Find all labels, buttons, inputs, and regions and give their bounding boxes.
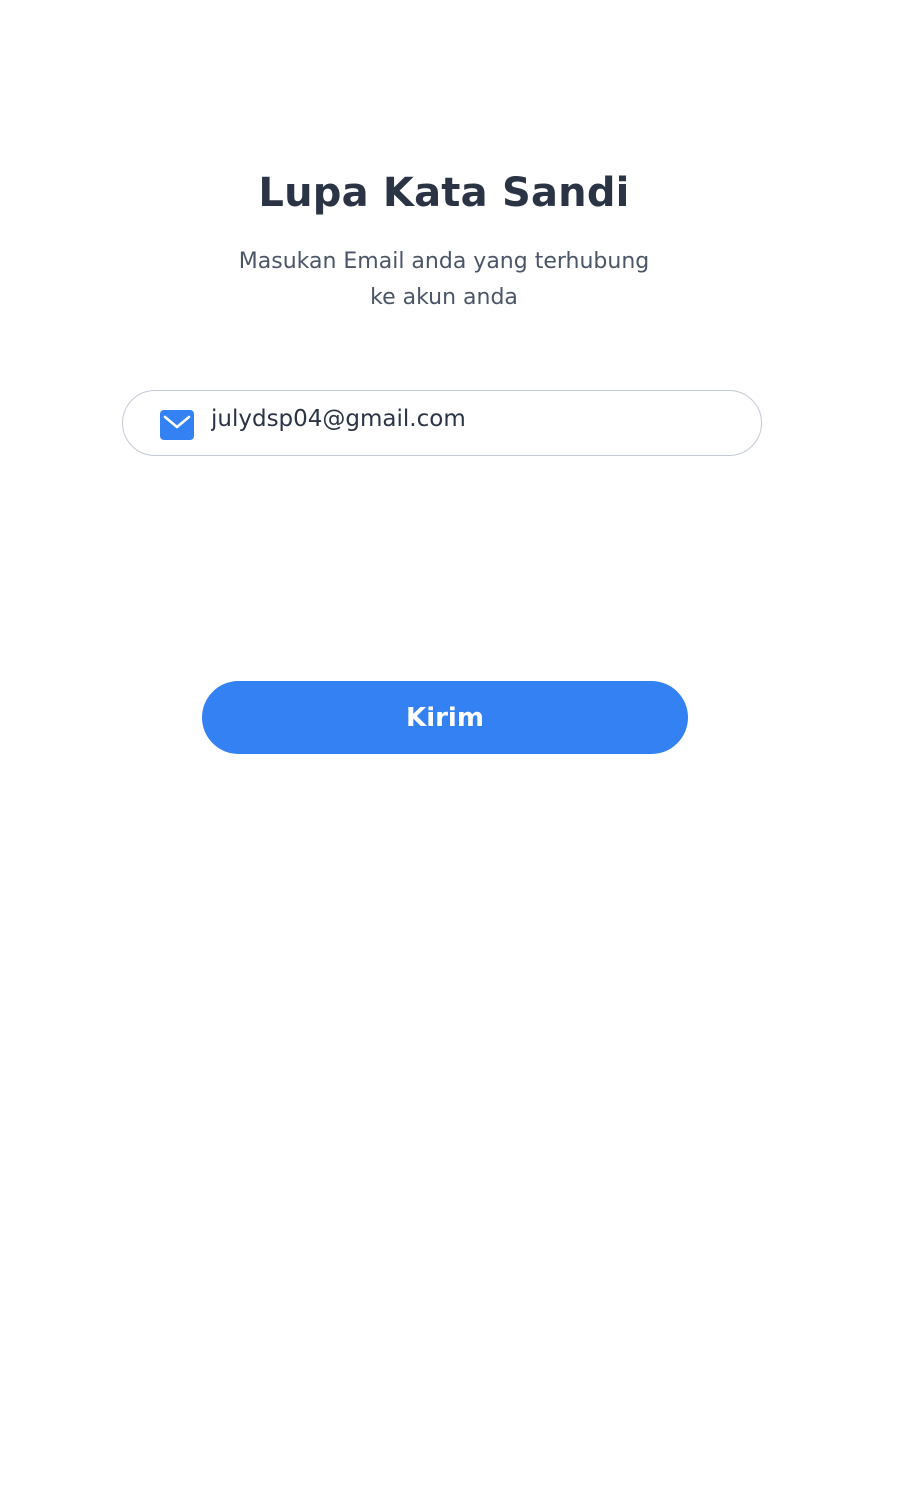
page-subtitle: Masukan Email anda yang terhubung ke aku… bbox=[219, 244, 669, 316]
page-title: Lupa Kata Sandi bbox=[258, 170, 630, 216]
email-field[interactable] bbox=[122, 390, 762, 456]
email-input[interactable] bbox=[211, 399, 731, 439]
forgot-password-screen: Lupa Kata Sandi Masukan Email anda yang … bbox=[0, 0, 906, 1500]
subtitle-line-2: ke akun anda bbox=[370, 285, 518, 310]
mail-icon bbox=[160, 410, 194, 440]
submit-button[interactable]: Kirim bbox=[202, 681, 688, 754]
subtitle-line-1: Masukan Email anda yang terhubung bbox=[238, 249, 650, 274]
